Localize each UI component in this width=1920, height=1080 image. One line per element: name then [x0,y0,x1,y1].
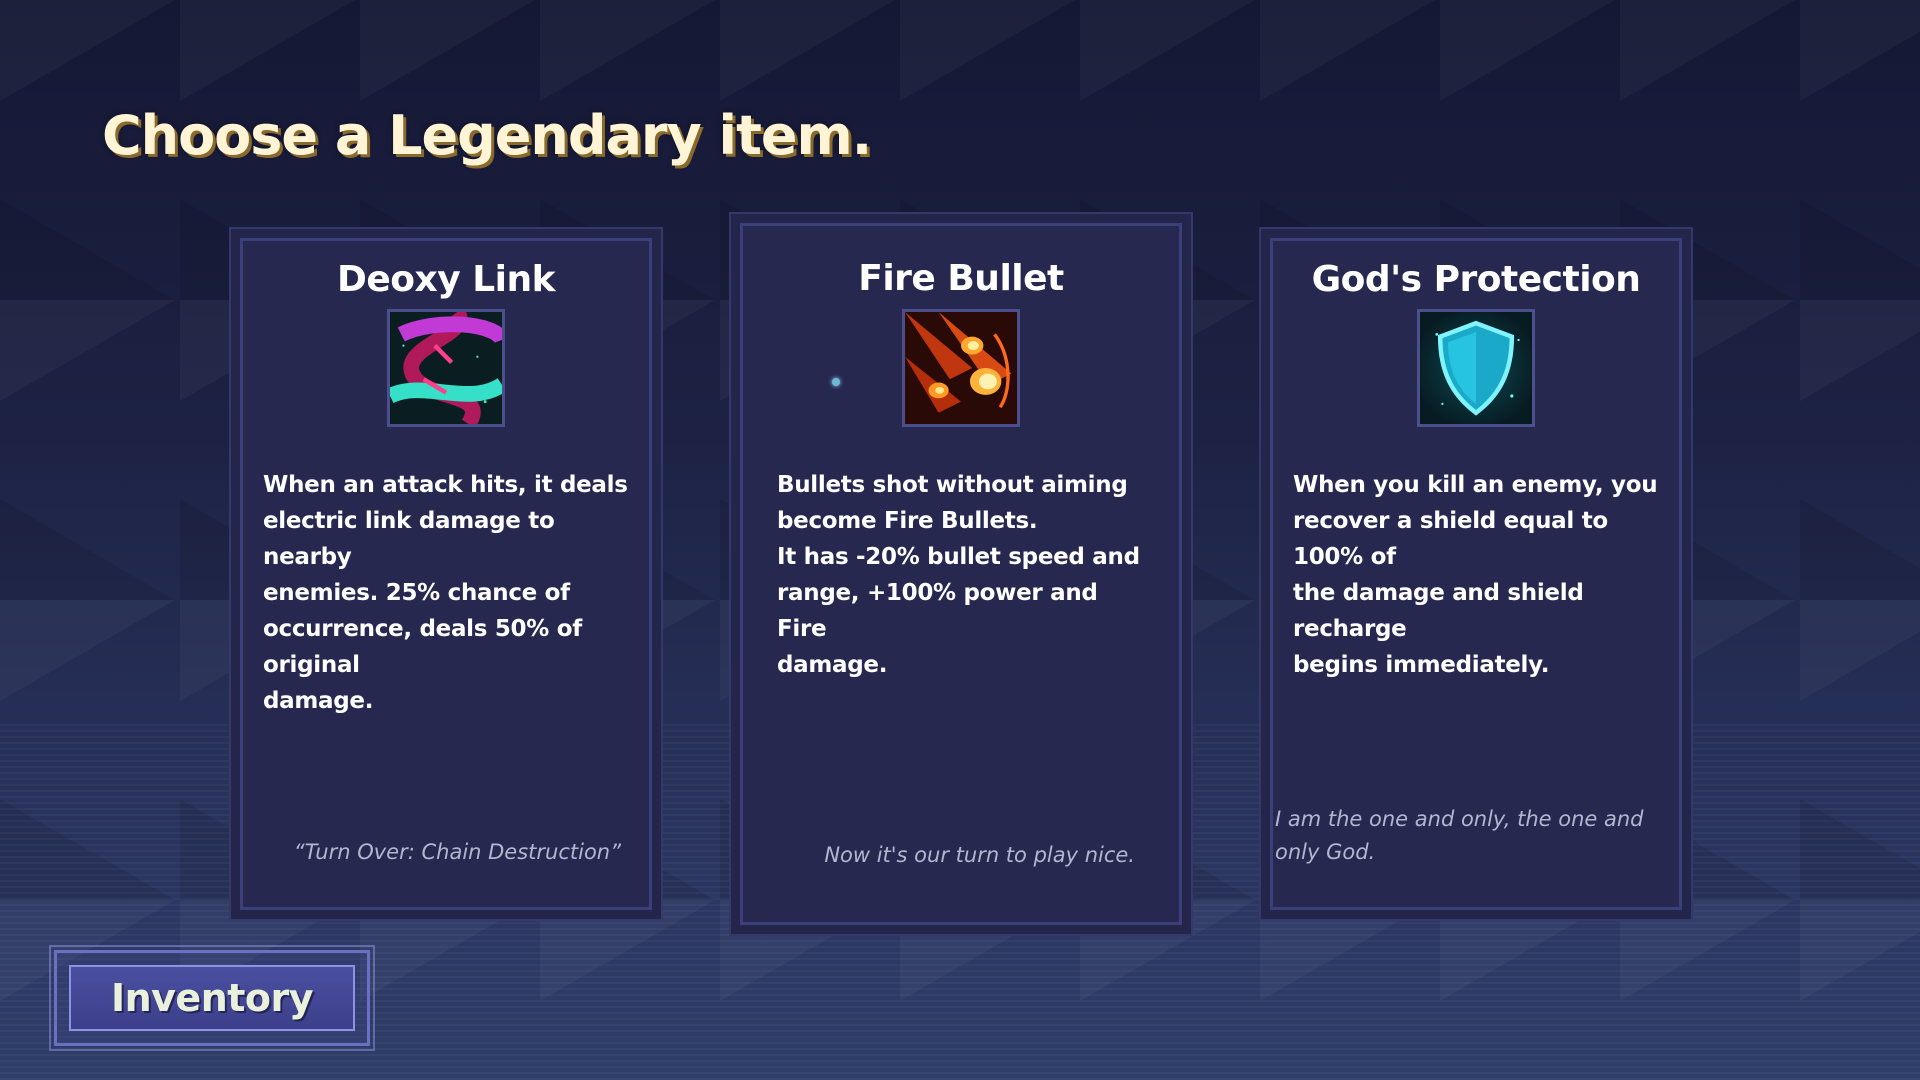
inventory-button[interactable]: Inventory [49,945,375,1051]
item-card-fire-bullet[interactable]: Fire Bullet Bullets shot without aiming … [740,223,1182,925]
item-card-deoxy-link[interactable]: Deoxy Link When an attack hits, it deals… [240,238,652,910]
cursor-dot [832,378,840,386]
item-flavor-quote: Now it's our turn to play nice. [824,843,1135,867]
item-flavor-quote: I am the one and only, the one and only … [1275,807,1644,864]
item-card-gods-protection[interactable]: God's Protection When you kill an enemy,… [1270,238,1682,910]
item-name: God's Protection [1311,259,1641,300]
item-description: Bullets shot without aiming become Fire … [777,472,1140,678]
item-description: When an attack hits, it deals electric l… [263,472,628,714]
page-title: Choose a Legendary item. [102,104,872,167]
dna-helix-icon [387,309,505,427]
item-name: Deoxy Link [336,259,556,300]
inventory-label: Inventory [110,976,314,1020]
inventory-button-face[interactable]: Inventory [69,965,355,1031]
item-flavor-quote: “Turn Over: Chain Destruction” [293,840,621,864]
fire-bullets-icon [902,309,1020,427]
shield-icon [1417,309,1535,427]
item-description: When you kill an enemy, you recover a sh… [1293,472,1658,678]
item-name: Fire Bullet [858,258,1064,299]
